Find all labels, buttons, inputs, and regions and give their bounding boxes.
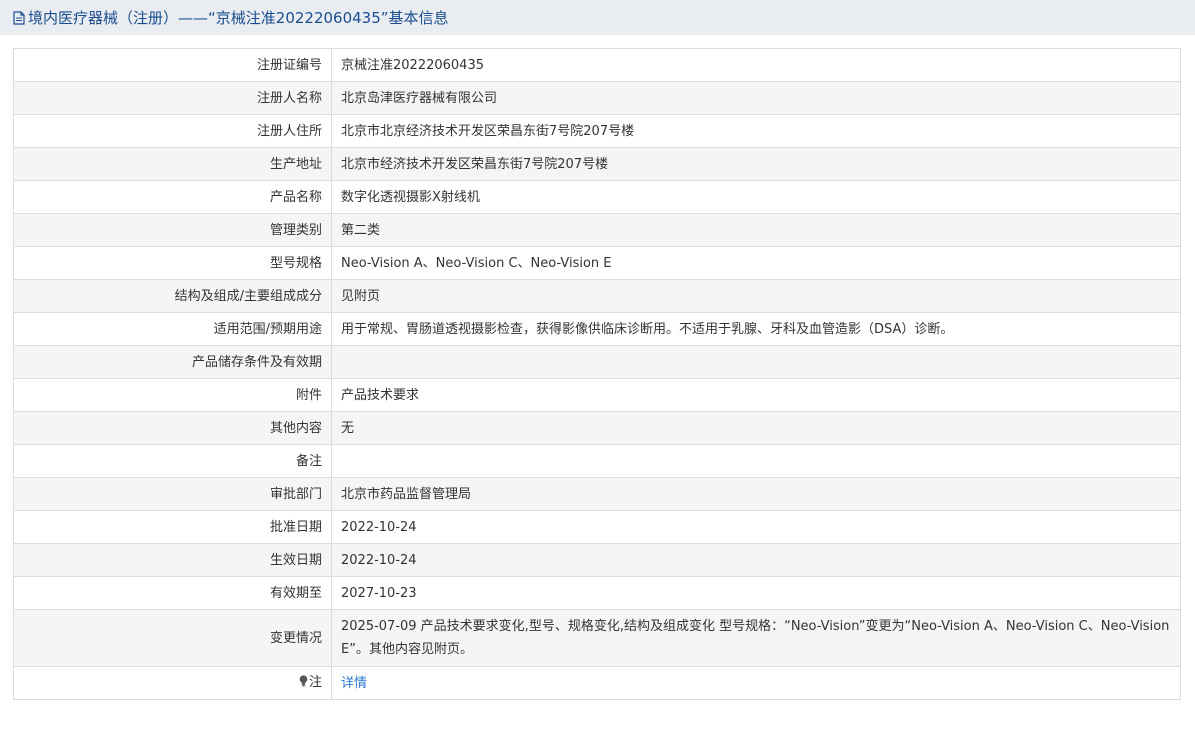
info-table: 注册证编号 京械注准20222060435 注册人名称 北京岛津医疗器械有限公司 注… — [13, 48, 1181, 700]
note-row-label: 注 — [13, 666, 332, 700]
row-value: 见附页 — [331, 279, 1181, 313]
table-row: 注册人名称 北京岛津医疗器械有限公司 — [13, 81, 1181, 115]
row-value: 2022-10-24 — [331, 510, 1181, 544]
row-value: 京械注准20222060435 — [331, 48, 1181, 82]
table-row: 生产地址 北京市经济技术开发区荣昌东街7号院207号楼 — [13, 147, 1181, 181]
row-label: 注册人名称 — [13, 81, 332, 115]
document-icon — [13, 10, 25, 25]
table-row: 其他内容无 — [13, 411, 1181, 445]
row-label: 批准日期 — [13, 510, 332, 544]
table-row: 产品储存条件及有效期 — [13, 345, 1181, 379]
row-label: 产品储存条件及有效期 — [13, 345, 332, 379]
lightbulb-icon — [299, 672, 308, 695]
row-value: 北京市北京经济技术开发区荣昌东街7号院207号楼 — [331, 114, 1181, 148]
table-row: 变更情况 2025-07-09 产品技术要求变化,型号、规格变化,结构及组成变化 … — [13, 609, 1181, 667]
table-row: 附件 产品技术要求 — [13, 378, 1181, 412]
details-link[interactable]: 详情 — [341, 676, 367, 691]
table-row: 生效日期 2022-10-24 — [13, 543, 1181, 577]
row-label: 变更情况 — [13, 609, 332, 667]
row-value: 北京市药品监督管理局 — [331, 477, 1181, 511]
page-title-bar: 境内医疗器械（注册）——“京械注准20222060435”基本信息 — [0, 0, 1195, 35]
row-label: 生效日期 — [13, 543, 332, 577]
row-label: 有效期至 — [13, 576, 332, 610]
table-row: 型号规格 Neo-Vision A、Neo-Vision C、Neo-Vision… — [13, 246, 1181, 280]
row-value: 数字化透视摄影X射线机 — [331, 180, 1181, 214]
row-label: 附件 — [13, 378, 332, 412]
table-row: 批准日期 2022-10-24 — [13, 510, 1181, 544]
row-value: 北京市经济技术开发区荣昌东街7号院207号楼 — [331, 147, 1181, 181]
row-value — [331, 444, 1181, 478]
table-row: 审批部门 北京市药品监督管理局 — [13, 477, 1181, 511]
row-value: 用于常规、胃肠道透视摄影检查，获得影像供临床诊断用。不适用于乳腺、牙科及血管造影… — [331, 312, 1181, 346]
row-value: 第二类 — [331, 213, 1181, 247]
row-value: 2022-10-24 — [331, 543, 1181, 577]
row-label: 产品名称 — [13, 180, 332, 214]
table-row: 注册人住所 北京市北京经济技术开发区荣昌东街7号院207号楼 — [13, 114, 1181, 148]
row-label: 生产地址 — [13, 147, 332, 181]
info-table-body: 注册证编号 京械注准20222060435 注册人名称 北京岛津医疗器械有限公司 注… — [13, 48, 1181, 700]
row-label: 结构及组成/主要组成成分 — [13, 279, 332, 313]
table-row: 适用范围/预期用途 用于常规、胃肠道透视摄影检查，获得影像供临床诊断用。不适用于乳… — [13, 312, 1181, 346]
table-row: 管理类别 第二类 — [13, 213, 1181, 247]
row-value: 产品技术要求 — [331, 378, 1181, 412]
row-label: 备注 — [13, 444, 332, 478]
row-label: 注册人住所 — [13, 114, 332, 148]
table-row: 结构及组成/主要组成成分 见附页 — [13, 279, 1181, 313]
info-table-container: 注册证编号 京械注准20222060435 注册人名称 北京岛津医疗器械有限公司 注… — [13, 48, 1181, 700]
note-row: 注 详情 — [13, 666, 1181, 700]
row-value: Neo-Vision A、Neo-Vision C、Neo-Vision E — [331, 246, 1181, 280]
table-row: 备注 — [13, 444, 1181, 478]
table-row: 产品名称 数字化透视摄影X射线机 — [13, 180, 1181, 214]
note-row-value: 详情 — [331, 666, 1181, 700]
note-label: 注 — [308, 675, 322, 690]
row-value: 无 — [331, 411, 1181, 445]
row-label: 适用范围/预期用途 — [13, 312, 332, 346]
row-value: 北京岛津医疗器械有限公司 — [331, 81, 1181, 115]
row-label: 管理类别 — [13, 213, 332, 247]
row-label: 其他内容 — [13, 411, 332, 445]
table-row: 有效期至 2027-10-23 — [13, 576, 1181, 610]
page-title: 境内医疗器械（注册）——“京械注准20222060435”基本信息 — [28, 9, 449, 27]
row-label: 型号规格 — [13, 246, 332, 280]
table-row: 注册证编号 京械注准20222060435 — [13, 48, 1181, 82]
row-value: 2027-10-23 — [331, 576, 1181, 610]
row-value — [331, 345, 1181, 379]
row-label: 注册证编号 — [13, 48, 332, 82]
row-label: 审批部门 — [13, 477, 332, 511]
row-value: 2025-07-09 产品技术要求变化,型号、规格变化,结构及组成变化 型号规格… — [331, 609, 1181, 667]
